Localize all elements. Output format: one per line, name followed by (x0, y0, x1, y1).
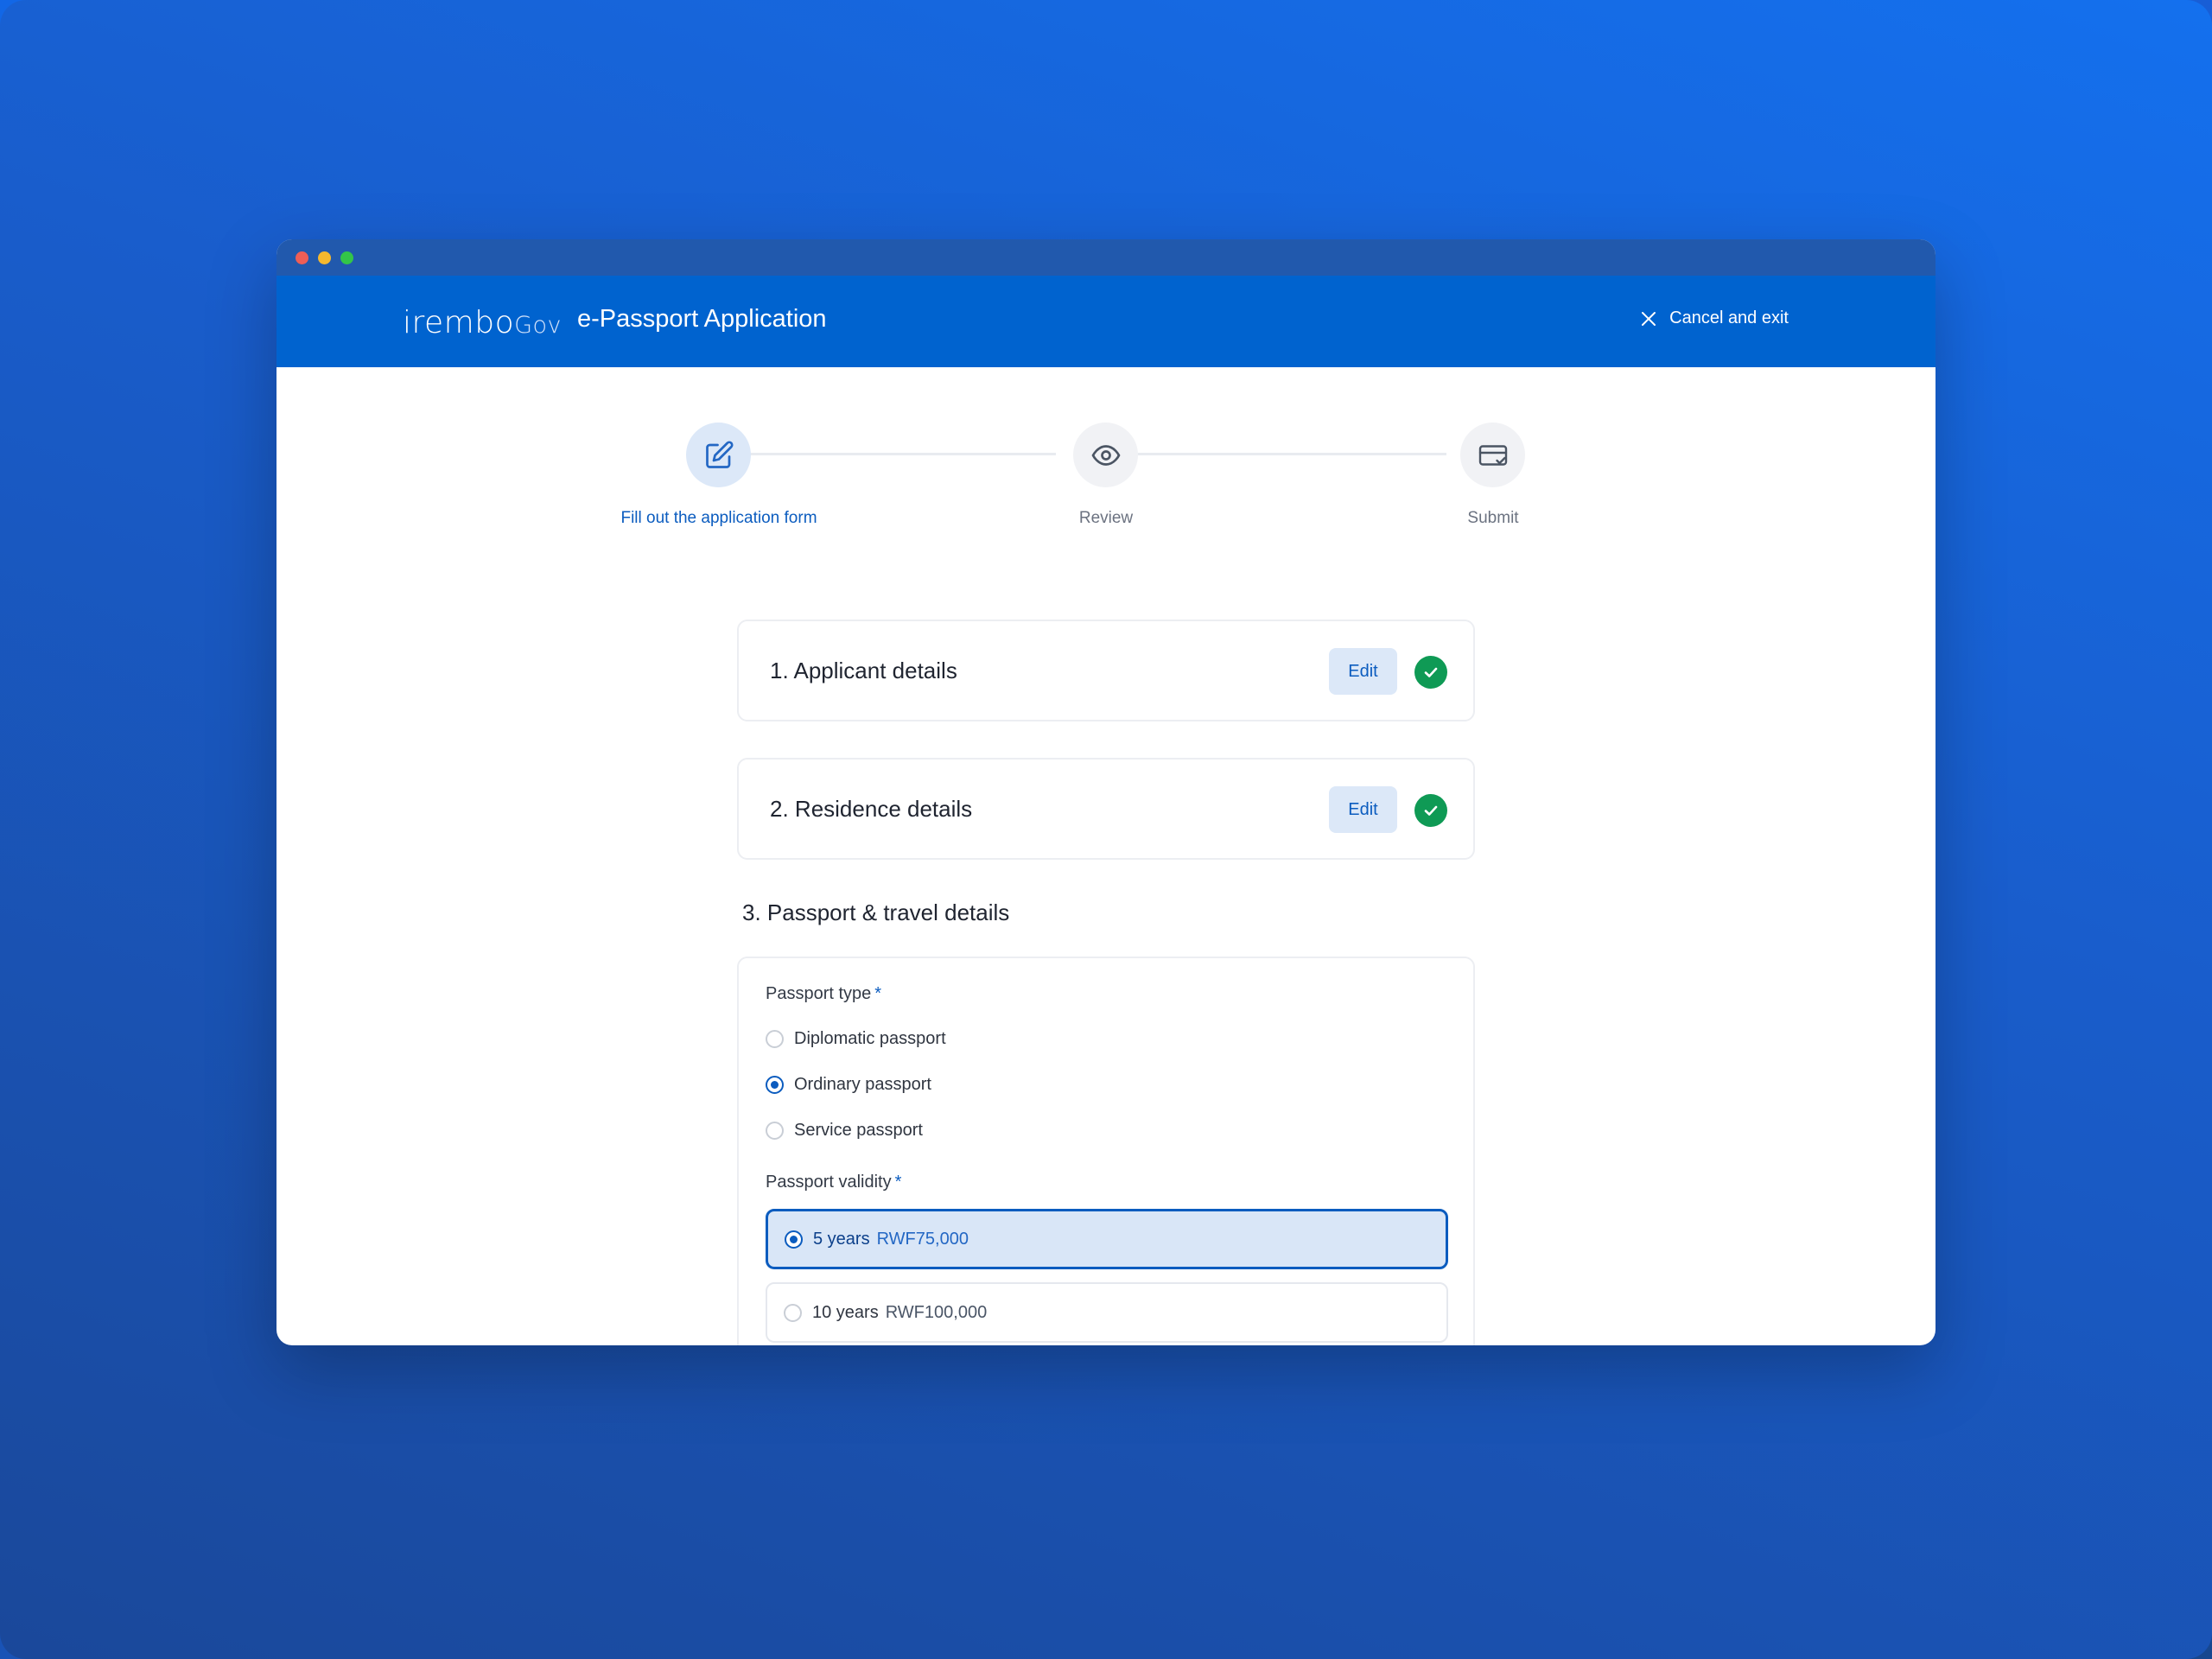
validity-price: RWF75,000 (876, 1229, 969, 1249)
passport-validity-label: Passport validity * (766, 1173, 901, 1192)
radio-label: Ordinary passport (794, 1075, 931, 1094)
validity-term: 5 years (813, 1229, 870, 1249)
window-titlebar (276, 239, 1936, 276)
section-residence-details: 2. Residence details Edit (737, 758, 1475, 860)
browser-window: iremboGov e-Passport Application Cancel … (276, 239, 1936, 1345)
maximize-window-button[interactable] (340, 251, 353, 264)
section-applicant-details: 1. Applicant details Edit (737, 620, 1475, 721)
stepper-connector (1109, 453, 1446, 455)
step-review[interactable] (1073, 423, 1138, 487)
section-number: 2. (770, 796, 789, 822)
irembo-logo[interactable]: iremboGov (403, 305, 562, 340)
section-title-text: Applicant details (793, 658, 957, 683)
stepper-connector (719, 453, 1056, 455)
radio-label: Service passport (794, 1121, 923, 1140)
passport-type-label-text: Passport type (766, 984, 872, 1003)
passport-type-label: Passport type * (766, 984, 881, 1004)
step-label-submit: Submit (1467, 509, 1519, 527)
logo-main-text: irembo (403, 305, 515, 340)
check-icon (1424, 805, 1438, 816)
step-label-fill-form: Fill out the application form (620, 509, 817, 527)
radio-service-passport[interactable]: Service passport (766, 1121, 923, 1141)
eye-icon (1091, 444, 1120, 466)
close-window-button[interactable] (296, 251, 308, 264)
validity-option-10-years[interactable]: 10 years RWF100,000 (766, 1282, 1448, 1343)
required-mark: * (874, 984, 882, 1003)
section-title-text: Residence details (794, 796, 973, 822)
radio-button[interactable] (784, 1303, 802, 1322)
section-number: 3. (742, 899, 761, 925)
edit-icon (705, 440, 734, 468)
step-submit[interactable] (1460, 423, 1525, 487)
cancel-exit-label: Cancel and exit (1669, 308, 1789, 327)
check-icon (1424, 667, 1438, 677)
required-mark: * (894, 1173, 902, 1192)
radio-ordinary-passport[interactable]: Ordinary passport (766, 1075, 931, 1095)
passport-travel-form: Passport type * Diplomatic passport Ordin… (737, 957, 1475, 1345)
passport-validity-label-text: Passport validity (766, 1173, 892, 1192)
validity-price: RWF100,000 (885, 1302, 988, 1322)
section-title-text: Passport & travel details (766, 899, 1010, 925)
radio-button[interactable] (766, 1030, 784, 1048)
section-title: 1. Applicant details (770, 658, 957, 684)
page-title: e-Passport Application (577, 305, 827, 333)
app-header: iremboGov e-Passport Application Cancel … (276, 276, 1936, 367)
step-fill-form[interactable] (686, 423, 751, 487)
radio-label: Diplomatic passport (794, 1029, 946, 1048)
section-number: 1. (770, 658, 789, 683)
close-icon (1642, 311, 1656, 326)
radio-button[interactable] (766, 1076, 784, 1094)
section-passport-travel-heading: 3. Passport & travel details (742, 899, 1009, 926)
radio-button[interactable] (766, 1122, 784, 1140)
edit-residence-button[interactable]: Edit (1329, 786, 1397, 833)
edit-applicant-button[interactable]: Edit (1329, 648, 1397, 695)
step-label-review: Review (1078, 509, 1134, 527)
radio-diplomatic-passport[interactable]: Diplomatic passport (766, 1029, 946, 1049)
radio-button[interactable] (785, 1230, 803, 1249)
card-check-icon (1478, 444, 1507, 466)
logo-sub-text: Gov (514, 312, 563, 339)
validity-term: 10 years (812, 1302, 879, 1322)
validity-option-5-years[interactable]: 5 years RWF75,000 (766, 1209, 1448, 1269)
minimize-window-button[interactable] (318, 251, 331, 264)
section-title: 2. Residence details (770, 796, 972, 823)
main-content: Fill out the application form Review Sub… (276, 367, 1936, 1345)
complete-check-badge (1414, 656, 1447, 689)
cancel-exit-button[interactable]: Cancel and exit (1640, 308, 1789, 328)
complete-check-badge (1414, 794, 1447, 827)
